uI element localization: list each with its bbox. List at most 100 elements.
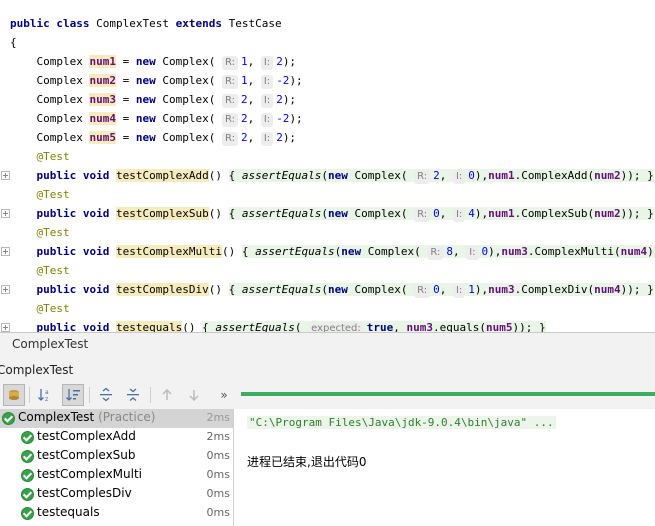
keyword-public: public <box>36 245 77 258</box>
keyword-void: void <box>82 207 110 220</box>
collapse-all-icon[interactable] <box>122 384 144 406</box>
svg-text:a: a <box>45 389 49 396</box>
constructor-name: Complex <box>162 131 209 144</box>
tree-test-row[interactable]: testComplexSub 0ms <box>0 447 233 466</box>
field-line-4[interactable]: Complex num4 = new Complex( R: 2, I: -2); <box>0 109 655 128</box>
keyword-void: void <box>82 321 110 332</box>
test-results-tree[interactable]: ComplexTest (Practice) 2ms testComplexAd… <box>0 409 234 526</box>
param-hint-i: I: <box>260 113 274 127</box>
target-field: num3 <box>406 321 434 332</box>
annotation-line[interactable]: @Test <box>0 261 655 280</box>
test-method-label: testequals <box>37 505 100 519</box>
field-line-3[interactable]: Complex num3 = new Complex( R: 2, I: 2); <box>0 90 655 109</box>
param-hint-r: R: <box>414 284 431 298</box>
class-name: ComplexTest <box>96 17 169 30</box>
target-field: num3 <box>501 245 528 258</box>
keyword-public: public <box>36 321 77 332</box>
test-method-label: testComplexAdd <box>37 429 136 443</box>
arg-real: 2 <box>240 131 248 144</box>
run-config-icon[interactable] <box>3 384 25 406</box>
arg-real: 1 <box>240 55 248 68</box>
called-method: ComplexMulti <box>534 245 615 258</box>
method-name: testComplesDiv <box>116 283 209 296</box>
test-duration: 0ms <box>206 449 230 462</box>
param-hint-expected: expected: <box>308 322 364 332</box>
field-line-2[interactable]: Complex num2 = new Complex( R: 1, I: -2); <box>0 71 655 90</box>
method-line-3[interactable]: public void testComplexMulti() { assertE… <box>0 242 655 261</box>
fold-expand-icon[interactable] <box>1 285 10 294</box>
code-editor[interactable]: public class ComplexTest extends TestCas… <box>0 0 655 332</box>
tree-test-row[interactable]: testComplexAdd 2ms <box>0 428 233 447</box>
param-hint-r: R: <box>414 208 431 222</box>
assert-call: assertEquals <box>241 169 322 182</box>
arg-imag: 4 <box>468 207 475 220</box>
method-line-2[interactable]: public void testComplexSub() { assertEqu… <box>0 204 655 223</box>
more-icon[interactable]: » <box>213 384 235 406</box>
constructor-name: Complex <box>162 74 209 87</box>
expand-all-icon[interactable] <box>95 384 117 406</box>
sort-duration-icon[interactable] <box>62 384 84 406</box>
constructor-name: Complex <box>354 283 401 296</box>
test-class-label: ComplexTest <box>18 410 95 424</box>
test-progress-bar <box>241 392 655 396</box>
annotation-line[interactable]: @Test <box>0 147 655 166</box>
method-line-1[interactable]: public void testComplexAdd() { assertEqu… <box>0 166 655 185</box>
sort-alpha-icon[interactable]: az <box>34 384 56 406</box>
tree-test-row[interactable]: testComplexMulti 0ms <box>0 466 233 485</box>
arg-field: num4 <box>620 245 648 258</box>
prev-failed-icon[interactable] <box>156 384 178 406</box>
param-hint-i: I: <box>260 56 274 70</box>
console-output[interactable]: "C:\Program Files\Java\jdk-9.0.4\bin\jav… <box>234 409 655 526</box>
field-type: Complex <box>36 55 83 68</box>
tree-test-row[interactable]: testComplesDiv 0ms <box>0 485 233 504</box>
method-name: testComplexSub <box>116 207 209 220</box>
test-annotation: @Test <box>36 226 70 239</box>
assert-call: assertEquals <box>255 245 335 258</box>
arg-imag: 0 <box>481 245 489 258</box>
tool-window-title: ComplexTest <box>12 337 89 351</box>
arg-imag: 2 <box>276 55 283 68</box>
annotation-line[interactable]: @Test <box>0 299 655 318</box>
keyword-true: true <box>366 321 394 332</box>
field-line-5[interactable]: Complex num5 = new Complex( R: 2, I: 2); <box>0 128 655 147</box>
param-hint-r: R: <box>221 113 238 127</box>
called-method: equals <box>439 321 480 332</box>
run-tab-label: ComplexTest <box>0 363 74 377</box>
assert-call: assertEquals <box>215 321 295 332</box>
method-line-5[interactable]: public void testequals() { assertEquals(… <box>0 318 655 332</box>
fold-expand-icon[interactable] <box>1 209 10 218</box>
keyword-extends: extends <box>175 17 222 30</box>
arg-real: 1 <box>240 74 248 87</box>
test-duration: 2ms <box>206 411 230 424</box>
keyword-new: new <box>135 131 156 144</box>
annotation-line[interactable]: @Test <box>0 185 655 204</box>
fold-expand-icon[interactable] <box>1 323 10 332</box>
arg-imag: 0 <box>468 169 475 182</box>
tree-test-row[interactable]: testequals 0ms <box>0 504 233 523</box>
next-failed-icon[interactable] <box>183 384 205 406</box>
field-name: num3 <box>89 93 116 106</box>
console-command-line[interactable]: "C:\Program Files\Java\jdk-9.0.4\bin\jav… <box>247 416 556 429</box>
keyword-void: void <box>82 169 110 182</box>
test-annotation: @Test <box>36 264 70 277</box>
arg-imag: 1 <box>468 283 475 296</box>
field-line-1[interactable]: Complex num1 = new Complex( R: 1, I: 2); <box>0 52 655 71</box>
param-hint-i: I: <box>466 246 479 260</box>
parent-class-name: TestCase <box>228 17 282 30</box>
called-method: ComplexAdd <box>521 169 588 182</box>
fold-expand-icon[interactable] <box>1 171 10 180</box>
run-tab[interactable]: ComplexTest <box>0 360 655 382</box>
keyword-class: class <box>56 17 90 30</box>
method-line-4[interactable]: public void testComplesDiv() { assertEqu… <box>0 280 655 299</box>
class-declaration-line[interactable]: public class ComplexTest extends TestCas… <box>0 14 655 33</box>
keyword-public: public <box>36 283 77 296</box>
keyword-new: new <box>135 74 156 87</box>
open-brace-line[interactable]: { <box>0 33 655 52</box>
arg-real: 2 <box>240 93 248 106</box>
arg-imag: -2 <box>276 112 290 125</box>
method-name: testequals <box>116 321 183 332</box>
arg-imag: 2 <box>276 131 283 144</box>
fold-expand-icon[interactable] <box>1 247 10 256</box>
tree-root-row[interactable]: ComplexTest (Practice) 2ms <box>0 409 233 428</box>
annotation-line[interactable]: @Test <box>0 223 655 242</box>
